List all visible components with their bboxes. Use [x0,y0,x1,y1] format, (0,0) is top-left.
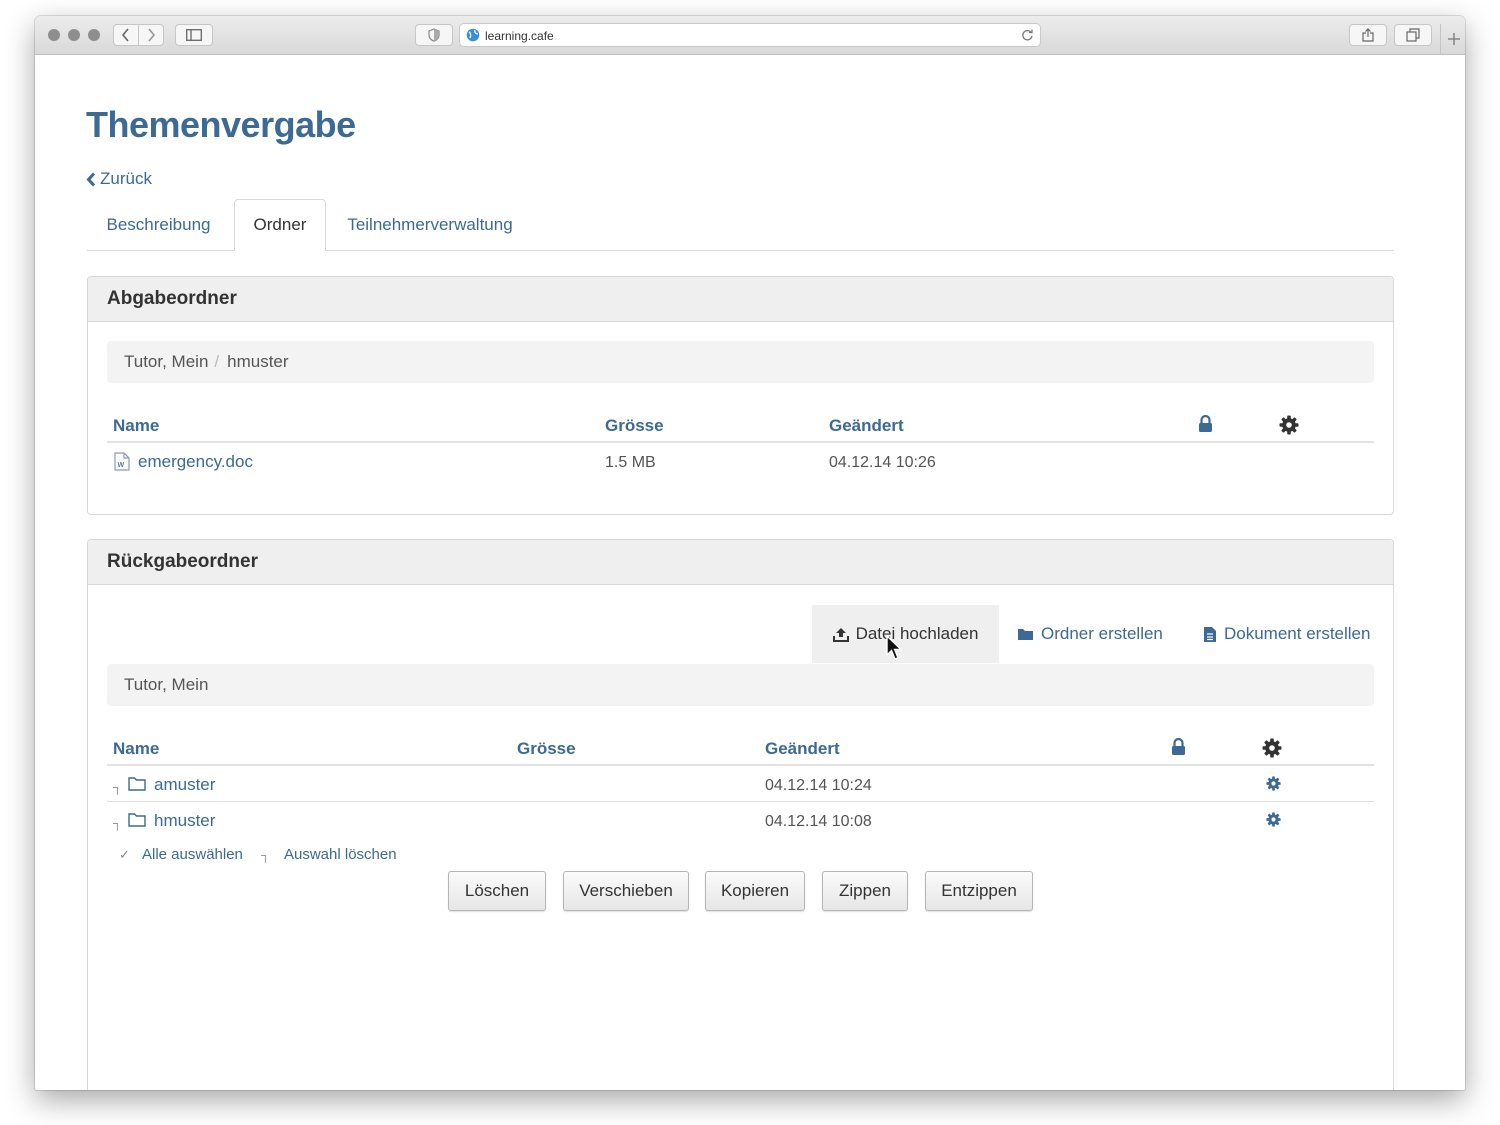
column-header-modified[interactable]: Geändert [765,739,840,759]
folder-name-link[interactable]: amuster [154,775,215,795]
privacy-report-button[interactable] [415,24,453,46]
delete-button[interactable]: Löschen [448,871,546,911]
browser-forward-button[interactable] [138,24,164,46]
document-icon [1204,626,1216,642]
page-title: Themenvergabe [86,104,356,145]
copy-button[interactable]: Kopieren [705,871,805,911]
plus-icon [1447,33,1460,45]
row-divider [107,801,1374,802]
chevron-left-icon [121,28,129,42]
upload-icon [832,627,849,642]
sidebar-icon [186,29,202,41]
new-tab-button[interactable] [1440,24,1465,54]
create-document-button[interactable]: Dokument erstellen [1203,624,1370,644]
chevron-right-icon [148,28,156,42]
breadcrumb: Tutor, Mein / hmuster [107,341,1374,383]
panel-title: Abgabeordner [88,277,1393,322]
column-header-size[interactable]: Grösse [517,739,576,759]
folder-outline-icon [128,813,146,827]
column-header-name[interactable]: Name [113,416,159,436]
folder-outline-icon [128,777,146,791]
browser-window: learning.cafe Themenvergabe Zurück Besch… [35,16,1465,1090]
create-folder-button[interactable]: Ordner erstellen [1017,624,1163,644]
minimize-window-button[interactable] [68,29,80,41]
shield-icon [428,28,440,42]
tab-overview-button[interactable] [1394,24,1432,46]
page-content: Themenvergabe Zurück Beschreibung Ordner… [35,55,1465,1090]
tab-bar: Beschreibung Ordner Teilnehmerverwaltung [87,199,1394,251]
tabs-icon [1406,28,1420,42]
lock-icon [1172,738,1185,755]
zoom-window-button[interactable] [88,29,100,41]
globe-icon [466,28,480,42]
file-modified: 04.12.14 10:26 [829,454,936,471]
move-button[interactable]: Verschieben [563,871,689,911]
browser-back-button[interactable] [113,24,139,46]
breadcrumb-separator: / [214,352,220,371]
unzip-button[interactable]: Entzippen [925,871,1033,911]
clear-selection-link[interactable]: Auswahl löschen [284,846,397,863]
row-checkbox[interactable]: ┐ [113,780,122,794]
share-icon [1362,28,1374,42]
back-link-label: Zurück [100,169,152,188]
file-size: 1.5 MB [605,454,656,471]
folder-name-link[interactable]: hmuster [154,811,215,831]
tab-ordner[interactable]: Ordner [234,199,326,251]
create-folder-label: Ordner erstellen [1041,624,1163,643]
close-window-button[interactable] [48,29,60,41]
tab-teilnehmerverwaltung[interactable]: Teilnehmerverwaltung [330,199,530,250]
clear-selection-checkbox[interactable]: ┐ [261,848,270,862]
table-header-divider [107,764,1374,766]
folder-icon [1018,629,1033,640]
file-name-link[interactable]: emergency.doc [138,452,253,472]
word-document-icon: W [114,452,130,471]
column-header-name[interactable]: Name [113,739,159,759]
upload-file-label: Datei hochladen [855,624,979,643]
breadcrumb-item-tutor[interactable]: Tutor, Mein [124,352,208,372]
column-header-size[interactable]: Grösse [605,416,664,436]
abgabe-panel: Abgabeordner Tutor, Mein / hmuster Name … [87,276,1394,515]
browser-toolbar: learning.cafe [35,16,1465,55]
select-all-checkbox[interactable]: ✓ [119,847,130,863]
upload-file-button[interactable]: Datei hochladen [812,605,999,663]
table-header-divider [107,441,1374,443]
gear-icon[interactable] [1262,738,1282,758]
back-link[interactable]: Zurück [86,169,152,189]
folder-modified: 04.12.14 10:08 [765,813,872,830]
sidebar-toggle-button[interactable] [175,24,213,46]
folder-modified: 04.12.14 10:24 [765,777,872,794]
svg-text:W: W [118,462,125,469]
breadcrumb-item-hmuster: hmuster [227,352,289,371]
rueckgabe-panel: Rückgabeordner Datei hochladen Ordner er… [87,539,1394,1090]
address-bar[interactable]: learning.cafe [459,23,1041,47]
row-checkbox[interactable]: ┐ [113,816,122,830]
gear-icon[interactable] [1279,415,1299,435]
url-text: learning.cafe [485,29,554,43]
breadcrumb: Tutor, Mein [107,664,1374,706]
select-all-link[interactable]: Alle auswählen [142,846,243,863]
column-header-modified[interactable]: Geändert [829,416,904,436]
reload-icon[interactable] [1021,29,1034,42]
panel-title: Rückgabeordner [88,540,1393,585]
gear-icon[interactable] [1266,812,1281,827]
mouse-pointer-icon [886,635,903,660]
breadcrumb-item-tutor: Tutor, Mein [124,675,209,694]
zip-button[interactable]: Zippen [822,871,908,911]
create-document-label: Dokument erstellen [1224,624,1371,643]
gear-icon[interactable] [1266,776,1281,791]
share-button[interactable] [1349,24,1387,46]
lock-icon [1199,415,1212,432]
chevron-left-icon [86,171,96,187]
tab-beschreibung[interactable]: Beschreibung [87,199,230,250]
